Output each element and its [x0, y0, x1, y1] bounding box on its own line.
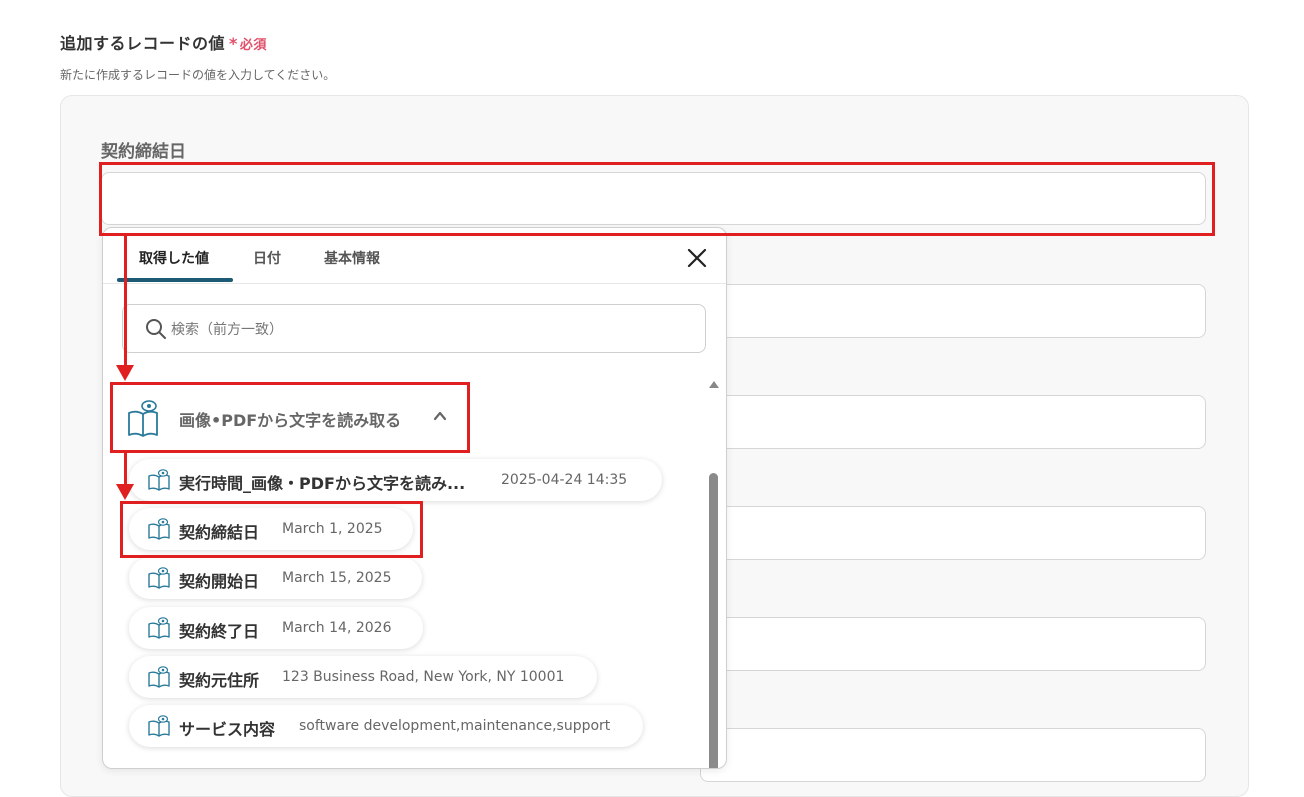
item-label: 契約終了日 [179, 622, 260, 641]
search-icon [146, 319, 166, 339]
tab-bar: 取得した値 日付 基本情報 [103, 228, 726, 284]
tab-basic-info[interactable]: 基本情報 [324, 248, 380, 268]
close-icon [687, 248, 707, 268]
item-label: 契約締結日 [179, 523, 260, 542]
scrollbar-thumb[interactable] [709, 473, 718, 768]
book-eye-icon [128, 400, 158, 437]
active-tab-indicator [117, 278, 233, 282]
list-item[interactable]: 契約締結日 March 1, 2025 [129, 508, 413, 550]
item-value: March 1, 2025 [282, 521, 383, 537]
required-star: * [229, 34, 238, 53]
book-eye-icon [148, 666, 170, 688]
book-eye-icon [148, 715, 170, 737]
book-eye-icon [148, 617, 170, 639]
field-label: 契約締結日 [101, 142, 186, 162]
list-item[interactable]: 契約終了日 March 14, 2026 [129, 607, 423, 649]
item-label: サービス内容 [179, 720, 276, 739]
list-item[interactable]: サービス内容 software development,maintenance,… [129, 705, 643, 747]
item-label: 契約開始日 [179, 572, 260, 591]
scroll-up-arrow-icon[interactable] [709, 381, 719, 388]
list-item[interactable]: 契約元住所 123 Business Road, New York, NY 10… [129, 656, 597, 698]
list-item[interactable]: 契約開始日 March 15, 2025 [129, 557, 422, 599]
background-input[interactable] [700, 617, 1206, 671]
list-item[interactable]: 実行時間_画像・PDFから文字を読み... 2025-04-24 14:35 [129, 459, 662, 501]
item-label: 契約元住所 [179, 671, 260, 690]
item-label: 実行時間_画像・PDFから文字を読み... [179, 474, 466, 493]
contract-date-input[interactable] [101, 172, 1206, 225]
tab-date[interactable]: 日付 [253, 248, 281, 268]
background-input[interactable] [700, 728, 1206, 782]
item-value: 123 Business Road, New York, NY 10001 [282, 669, 565, 685]
value-picker-popup: 取得した値 日付 基本情報 画像•PDFから文字を読み取る [102, 227, 727, 769]
chevron-up-icon[interactable] [433, 409, 447, 423]
background-input[interactable] [700, 506, 1206, 560]
search-input[interactable] [169, 317, 673, 343]
section-title-text: 追加するレコードの値 [60, 34, 226, 53]
group-title: 画像•PDFから文字を読み取る [179, 411, 402, 430]
background-input[interactable] [700, 395, 1206, 449]
close-button[interactable] [683, 244, 711, 272]
book-eye-icon [148, 469, 170, 491]
item-value: software development,maintenance,support [299, 718, 611, 734]
book-eye-icon [148, 518, 170, 540]
item-value: March 15, 2025 [282, 570, 392, 586]
item-value: March 14, 2026 [282, 620, 392, 636]
item-value: 2025-04-24 14:35 [501, 472, 628, 488]
background-input[interactable] [700, 284, 1206, 338]
required-badge: 必須 [239, 38, 267, 53]
tab-retrieved-values[interactable]: 取得した値 [139, 248, 209, 268]
search-box [122, 304, 706, 353]
section-title: 追加するレコードの値 * 必須 [60, 30, 267, 54]
section-description: 新たに作成するレコードの値を入力してください。 [60, 68, 336, 82]
book-eye-icon [148, 567, 170, 589]
